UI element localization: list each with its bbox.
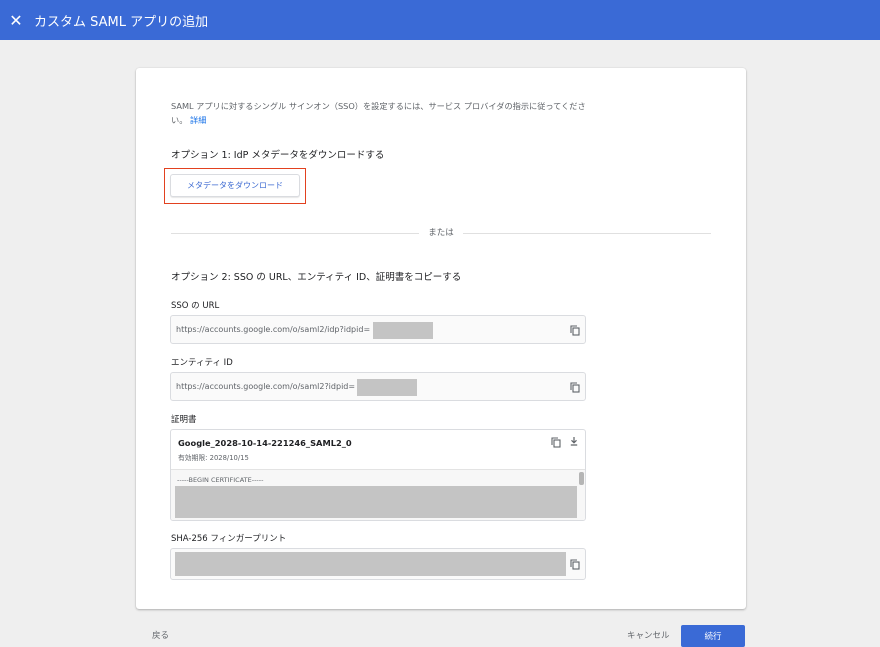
fingerprint-field[interactable] (170, 548, 586, 580)
certificate-label: 証明書 (171, 415, 197, 425)
option2-title: オプション 2: SSO の URL、エンティティ ID、証明書をコピーする (171, 272, 462, 283)
divider-line-left (171, 233, 419, 234)
back-button[interactable]: 戻る (152, 629, 169, 641)
redacted-certificate (175, 486, 577, 518)
download-icon[interactable] (569, 436, 579, 447)
entity-id-field[interactable]: https://accounts.google.com/o/saml2?idpi… (170, 372, 586, 401)
copy-icon[interactable] (570, 382, 580, 393)
app-header: ✕ カスタム SAML アプリの追加 (0, 0, 880, 40)
or-divider: または (171, 228, 711, 238)
learn-more-link[interactable]: 詳細 (190, 115, 206, 125)
option1-title: オプション 1: IdP メタデータをダウンロードする (171, 150, 385, 161)
sso-url-value: https://accounts.google.com/o/saml2/idp?… (176, 325, 371, 334)
redacted-idpid (373, 322, 433, 339)
fingerprint-label: SHA-256 フィンガープリント (171, 534, 287, 544)
entity-id-label: エンティティ ID (171, 358, 233, 368)
sso-url-field[interactable]: https://accounts.google.com/o/saml2/idp?… (170, 315, 586, 344)
certificate-begin: -----BEGIN CERTIFICATE----- (177, 476, 264, 484)
main-card: SAML アプリに対するシングル サインオン（SSO）を設定するには、サービス … (136, 68, 746, 609)
certificate-expiry: 有効期限: 2028/10/15 (178, 454, 249, 462)
sso-url-label: SSO の URL (171, 301, 220, 311)
scrollbar[interactable] (579, 472, 584, 485)
download-metadata-button[interactable]: メタデータをダウンロード (170, 174, 300, 197)
certificate-box: Google_2028-10-14-221246_SAML2_0 有効期限: 2… (170, 429, 586, 521)
copy-icon[interactable] (551, 437, 561, 448)
copy-icon[interactable] (570, 559, 580, 570)
or-label: または (428, 228, 454, 238)
page-title: カスタム SAML アプリの追加 (34, 14, 209, 30)
redacted-idpid (357, 379, 417, 396)
cancel-button[interactable]: キャンセル (627, 629, 670, 641)
copy-icon[interactable] (570, 325, 580, 336)
certificate-content[interactable]: -----BEGIN CERTIFICATE----- (171, 469, 585, 520)
continue-button[interactable]: 続行 (681, 625, 745, 647)
description-text: SAML アプリに対するシングル サインオン（SSO）を設定するには、サービス … (171, 101, 586, 125)
entity-id-value: https://accounts.google.com/o/saml2?idpi… (176, 382, 356, 391)
divider-line-right (463, 233, 711, 234)
redacted-fingerprint (175, 552, 566, 576)
certificate-name: Google_2028-10-14-221246_SAML2_0 (178, 438, 352, 448)
close-icon[interactable]: ✕ (0, 0, 32, 40)
description: SAML アプリに対するシングル サインオン（SSO）を設定するには、サービス … (171, 99, 591, 127)
